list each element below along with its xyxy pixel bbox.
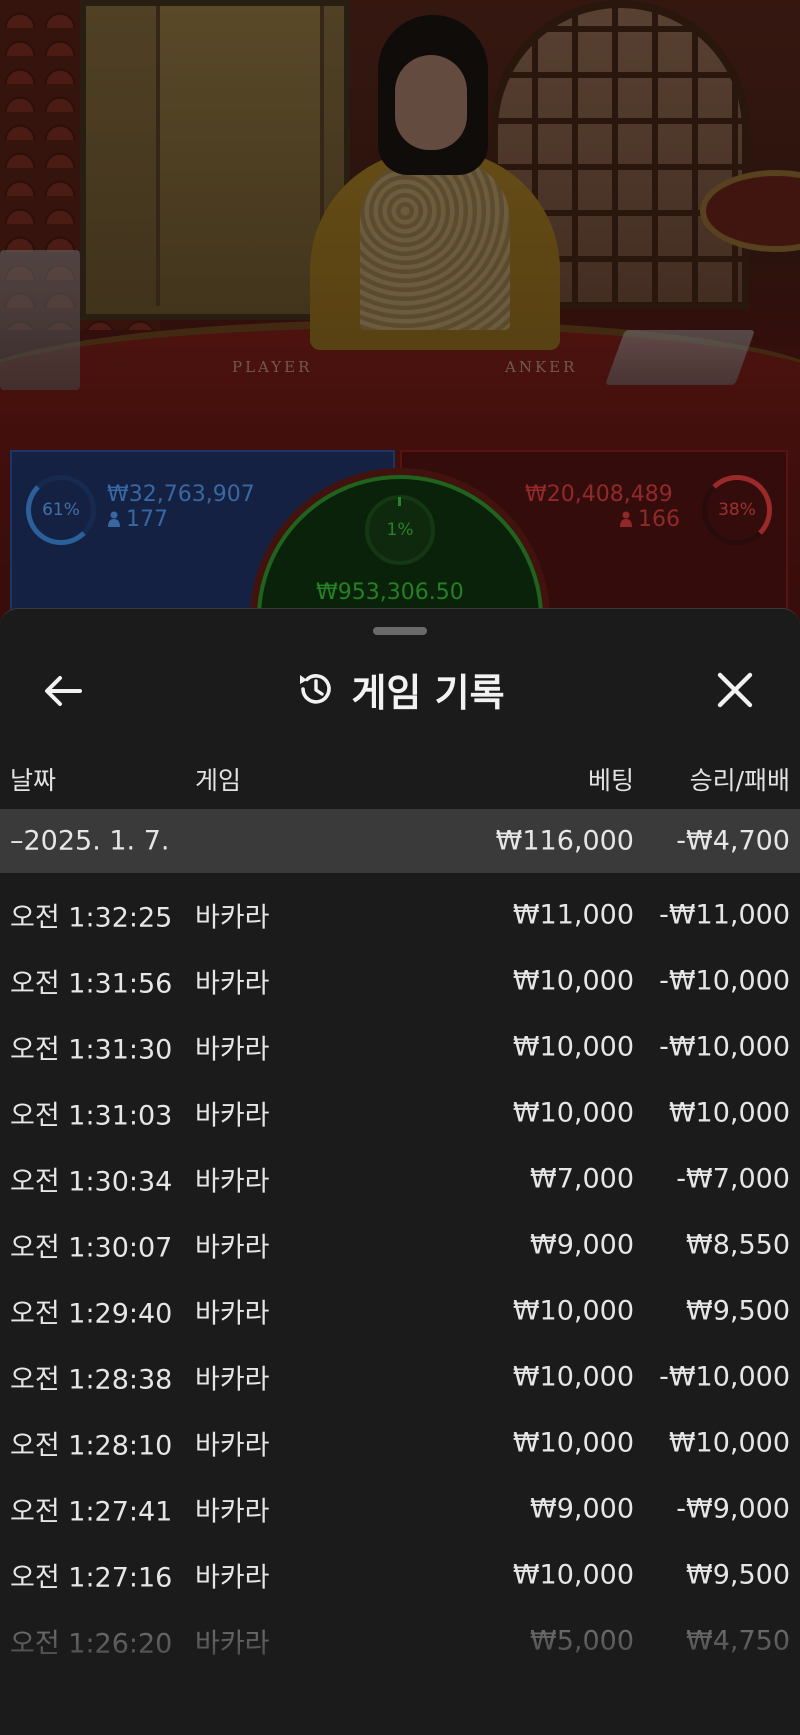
row-bet: ₩10,000 [512, 1427, 634, 1459]
history-row[interactable]: 오전 1:31:30 바카라 ₩10,000 -₩10,000 [0, 1015, 800, 1079]
row-game: 바카라 [195, 1364, 270, 1396]
history-icon [300, 674, 332, 704]
row-bet: ₩11,000 [512, 899, 634, 931]
row-game: 바카라 [195, 1496, 270, 1528]
history-row[interactable]: 오전 1:28:10 바카라 ₩10,000 ₩10,000 [0, 1411, 800, 1475]
history-row[interactable]: 오전 1:27:41 바카라 ₩9,000 -₩9,000 [0, 1477, 800, 1541]
row-result: -₩10,000 [659, 965, 790, 997]
history-row[interactable]: 오전 1:29:40 바카라 ₩10,000 ₩9,500 [0, 1279, 800, 1343]
history-row[interactable]: 오전 1:27:16 바카라 ₩10,000 ₩9,500 [0, 1543, 800, 1607]
row-time: 오전 1:30:07 [10, 1232, 173, 1264]
sheet-header: 게임 기록 [0, 649, 800, 729]
row-result: -₩10,000 [659, 1361, 790, 1393]
row-game: 바카라 [195, 968, 270, 1000]
row-time: 오전 1:28:10 [10, 1430, 173, 1462]
column-header-game: 게임 [195, 766, 242, 795]
row-time: 오전 1:26:20 [10, 1628, 173, 1660]
row-result: ₩10,000 [668, 1097, 790, 1129]
column-header-bet: 베팅 [587, 766, 634, 795]
back-button[interactable] [40, 669, 90, 713]
row-result: ₩9,500 [686, 1559, 790, 1591]
date-group-result: -₩4,700 [676, 825, 790, 857]
row-bet: ₩10,000 [512, 1295, 634, 1327]
arrow-left-icon [45, 676, 82, 706]
row-bet: ₩5,000 [530, 1625, 634, 1657]
row-game: 바카라 [195, 1298, 270, 1330]
history-row[interactable]: 오전 1:32:25 바카라 ₩11,000 -₩11,000 [0, 883, 800, 947]
row-game: 바카라 [195, 1034, 270, 1066]
row-time: 오전 1:31:30 [10, 1034, 173, 1066]
row-result: ₩9,500 [686, 1295, 790, 1327]
column-header-result: 승리/패배 [689, 766, 790, 795]
row-result: ₩4,750 [686, 1625, 790, 1657]
row-bet: ₩7,000 [530, 1163, 634, 1195]
drag-handle[interactable] [373, 627, 427, 635]
row-time: 오전 1:27:41 [10, 1496, 173, 1528]
title-group: 게임 기록 [0, 649, 800, 729]
row-result: -₩11,000 [659, 899, 790, 931]
row-time: 오전 1:30:34 [10, 1166, 173, 1198]
close-icon [717, 672, 753, 708]
column-header-date: 날짜 [10, 766, 57, 795]
row-time: 오전 1:27:16 [10, 1562, 173, 1594]
row-bet: ₩10,000 [512, 1097, 634, 1129]
row-time: 오전 1:29:40 [10, 1298, 173, 1330]
row-game: 바카라 [195, 1430, 270, 1462]
date-group-row[interactable]: –2025. 1. 7. ₩116,000 -₩4,700 [0, 809, 800, 873]
row-result: -₩7,000 [676, 1163, 790, 1195]
row-time: 오전 1:31:56 [10, 968, 173, 1000]
close-button[interactable] [710, 667, 760, 715]
row-bet: ₩9,000 [530, 1493, 634, 1525]
row-game: 바카라 [195, 1562, 270, 1594]
row-time: 오전 1:28:38 [10, 1364, 173, 1396]
row-bet: ₩9,000 [530, 1229, 634, 1261]
row-time: 오전 1:32:25 [10, 902, 173, 934]
row-bet: ₩10,000 [512, 1361, 634, 1393]
date-group-bet: ₩116,000 [495, 825, 634, 857]
history-row[interactable]: 오전 1:26:20 바카라 ₩5,000 ₩4,750 [0, 1609, 800, 1673]
history-row[interactable]: 오전 1:28:38 바카라 ₩10,000 -₩10,000 [0, 1345, 800, 1409]
history-row[interactable]: 오전 1:30:34 바카라 ₩7,000 -₩7,000 [0, 1147, 800, 1211]
row-bet: ₩10,000 [512, 1031, 634, 1063]
date-group-label: –2025. 1. 7. [10, 825, 170, 857]
row-game: 바카라 [195, 1628, 270, 1660]
backdrop-dim [0, 0, 800, 620]
row-result: ₩8,550 [686, 1229, 790, 1261]
sheet-title: 게임 기록 [351, 670, 505, 715]
row-result: ₩10,000 [668, 1427, 790, 1459]
row-time: 오전 1:31:03 [10, 1100, 173, 1132]
row-result: -₩9,000 [676, 1493, 790, 1525]
row-game: 바카라 [195, 1100, 270, 1132]
history-row[interactable]: 오전 1:30:07 바카라 ₩9,000 ₩8,550 [0, 1213, 800, 1277]
row-game: 바카라 [195, 1166, 270, 1198]
row-game: 바카라 [195, 902, 270, 934]
row-bet: ₩10,000 [512, 965, 634, 997]
history-row[interactable]: 오전 1:31:03 바카라 ₩10,000 ₩10,000 [0, 1081, 800, 1145]
row-game: 바카라 [195, 1232, 270, 1264]
row-result: -₩10,000 [659, 1031, 790, 1063]
row-bet: ₩10,000 [512, 1559, 634, 1591]
history-row[interactable]: 오전 1:31:56 바카라 ₩10,000 -₩10,000 [0, 949, 800, 1013]
game-history-sheet: 게임 기록 날짜 게임 베팅 승리/패배 –2025. 1. 7. ₩116,0… [0, 608, 800, 1735]
